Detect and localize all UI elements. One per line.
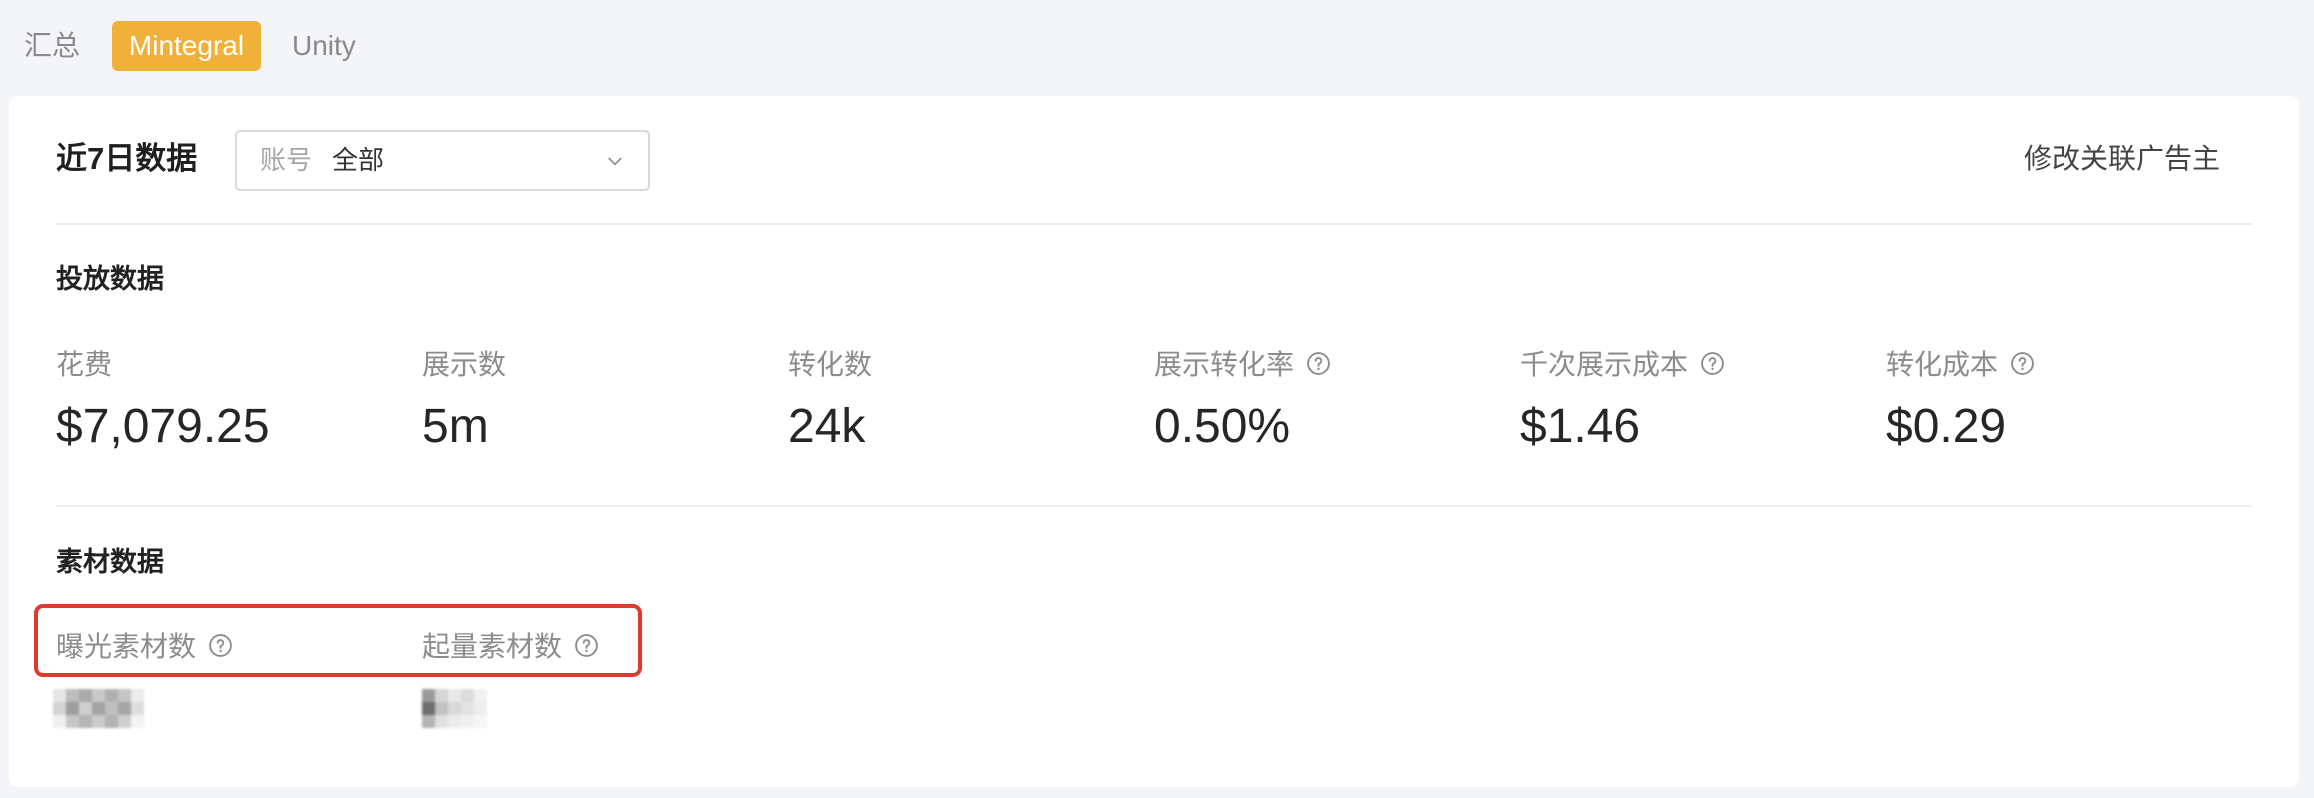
mosaic-cell	[435, 689, 448, 702]
question-circle-icon[interactable]	[1306, 351, 1331, 376]
divider	[56, 505, 2252, 507]
redacted-value-mosaic	[422, 689, 487, 728]
metric-scaling-creatives: 起量素材数	[422, 625, 762, 665]
metric-conversion-rate: 展示转化率 0.50%	[1154, 343, 1494, 463]
mosaic-cell	[118, 715, 131, 728]
metric-value: 5m	[422, 400, 489, 453]
mosaic-cell	[448, 715, 461, 728]
metric-label: 展示转化率	[1154, 349, 1295, 380]
mosaic-cell	[131, 689, 144, 702]
question-circle-icon[interactable]	[2010, 351, 2035, 376]
mosaic-cell	[448, 689, 461, 702]
metric-label-row: 曝光素材数	[56, 625, 396, 665]
mosaic-cell	[461, 702, 474, 715]
account-select-label: 账号	[260, 145, 313, 175]
metric-exposed-creatives: 曝光素材数	[56, 625, 396, 665]
question-circle-icon[interactable]	[1700, 351, 1725, 376]
mosaic-cell	[92, 702, 105, 715]
mosaic-cell	[53, 715, 66, 728]
metric-label: 转化数	[788, 349, 873, 380]
chevron-down-icon[interactable]	[605, 151, 625, 171]
mosaic-cell	[474, 689, 487, 702]
metric-impressions: 展示数 5m	[422, 343, 762, 463]
divider	[56, 223, 2252, 225]
mosaic-cell	[79, 702, 92, 715]
question-circle-icon[interactable]	[574, 633, 599, 658]
mosaic-cell	[92, 689, 105, 702]
metric-spend: 花费 $7,079.25	[56, 343, 396, 463]
mosaic-cell	[131, 715, 144, 728]
metric-label-row: 花费	[56, 343, 396, 383]
metric-value: 0.50%	[1154, 400, 1291, 453]
tab-unity[interactable]: Unity	[292, 21, 356, 71]
mosaic-cell	[79, 715, 92, 728]
metric-label-row: 展示数	[422, 343, 762, 383]
mosaic-cell	[66, 689, 79, 702]
metric-value: $7,079.25	[56, 400, 270, 453]
mosaic-cell	[422, 689, 435, 702]
edit-advertiser-link[interactable]: 修改关联广告主	[2024, 139, 2220, 179]
metric-value: $0.29	[1886, 400, 2007, 453]
mosaic-cell	[448, 702, 461, 715]
mosaic-cell	[435, 702, 448, 715]
mosaic-cell	[474, 715, 487, 728]
account-select[interactable]: 账号 全部	[235, 130, 650, 191]
metric-label: 花费	[56, 349, 113, 380]
mosaic-cell	[66, 702, 79, 715]
tab-summary[interactable]: 汇总	[24, 21, 80, 71]
mosaic-cell	[422, 715, 435, 728]
metric-label: 展示数	[422, 349, 507, 380]
metric-label: 起量素材数	[422, 631, 563, 662]
redacted-value-mosaic	[53, 689, 144, 728]
tab-mintegral[interactable]: Mintegral	[112, 21, 261, 71]
metric-label-row: 展示转化率	[1154, 343, 1494, 383]
mosaic-cell	[105, 689, 118, 702]
metric-label: 千次展示成本	[1520, 349, 1689, 380]
mosaic-cell	[53, 689, 66, 702]
mosaic-cell	[474, 702, 487, 715]
mosaic-cell	[105, 715, 118, 728]
mosaic-cell	[79, 689, 92, 702]
section-title-material: 素材数据	[56, 547, 164, 577]
metric-cost-per-conversion: 转化成本 $0.29	[1886, 343, 2226, 463]
metric-label-row: 千次展示成本	[1520, 343, 1860, 383]
mosaic-cell	[131, 702, 144, 715]
mosaic-cell	[435, 715, 448, 728]
mosaic-cell	[118, 702, 131, 715]
metric-label-row: 转化数	[788, 343, 1128, 383]
metric-label-row: 转化成本	[1886, 343, 2226, 383]
question-circle-icon[interactable]	[208, 633, 233, 658]
metric-cpm: 千次展示成本 $1.46	[1520, 343, 1860, 463]
mosaic-cell	[461, 689, 474, 702]
metric-conversions: 转化数 24k	[788, 343, 1128, 463]
mosaic-cell	[118, 689, 131, 702]
stats-card: 近7日数据 账号 全部 修改关联广告主 投放数据 花费 $7,079.25 展示…	[9, 96, 2299, 787]
mosaic-cell	[92, 715, 105, 728]
metric-label: 转化成本	[1886, 349, 1999, 380]
account-select-value: 全部	[332, 145, 385, 175]
mosaic-cell	[66, 715, 79, 728]
section-title-delivery: 投放数据	[56, 264, 164, 294]
mosaic-cell	[461, 715, 474, 728]
mosaic-cell	[53, 702, 66, 715]
mosaic-cell	[422, 702, 435, 715]
mosaic-cell	[105, 702, 118, 715]
metric-value: $1.46	[1520, 400, 1641, 453]
page-title: 近7日数据	[56, 141, 198, 176]
metric-label: 曝光素材数	[56, 631, 197, 662]
metric-label-row: 起量素材数	[422, 625, 762, 665]
metric-value: 24k	[788, 400, 866, 453]
